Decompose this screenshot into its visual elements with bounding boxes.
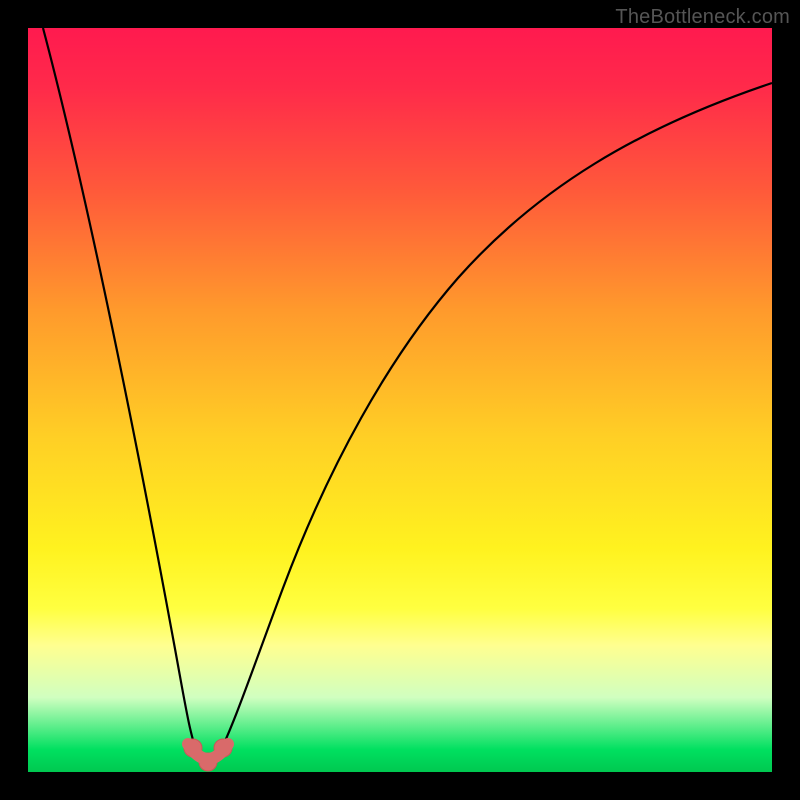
min-marker-arc-icon — [188, 744, 228, 759]
min-marker-group — [184, 739, 232, 771]
bottleneck-curve — [43, 28, 772, 767]
plot-area — [28, 28, 772, 772]
curve-layer — [28, 28, 772, 772]
chart-container: TheBottleneck.com — [0, 0, 800, 800]
watermark-text: TheBottleneck.com — [615, 6, 790, 29]
